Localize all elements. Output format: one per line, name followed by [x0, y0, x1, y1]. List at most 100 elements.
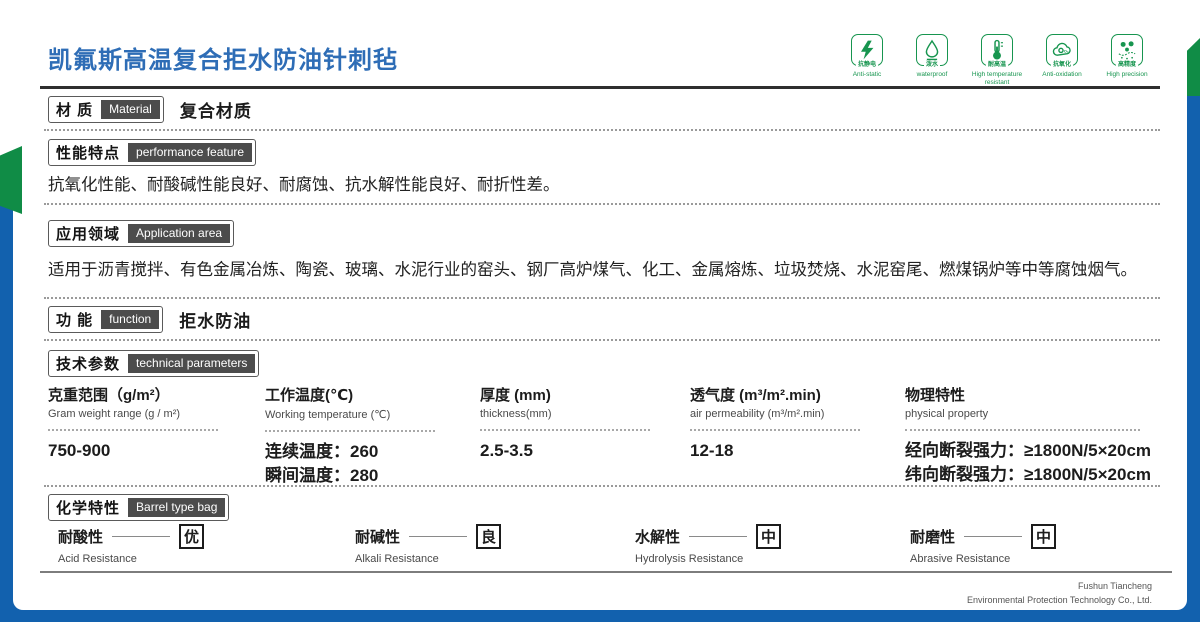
- title-rule: [40, 86, 1160, 89]
- icon-label-zh: 耐高温: [985, 62, 1009, 69]
- section-application: 应用领域 Application area: [48, 220, 235, 247]
- param-physical-property: 物理特性 physical property 经向断裂强力：≥1800N/5×2…: [905, 384, 1160, 488]
- separator: [44, 339, 1160, 341]
- material-badge: 材 质 Material: [48, 96, 164, 123]
- feature-icon-anti-static: 抗静电 Anti-static: [840, 34, 894, 79]
- badge-label-zh: 性能特点: [56, 145, 121, 162]
- icon-label-en: Anti-static: [852, 71, 882, 78]
- param-header-zh: 透气度 (m³/m².min): [690, 387, 821, 404]
- feature-icon-row: 抗静电 Anti-static 泼水 waterproof 耐高温 High t…: [840, 34, 1154, 87]
- chem-connector-line: [964, 536, 1023, 537]
- param-value: 750-900: [48, 441, 111, 460]
- icon-label-en: Anti-oxidation: [1042, 71, 1082, 78]
- parameters-table: 克重范围（g/m²） Gram weight range (g / m²) 75…: [48, 384, 1160, 488]
- param-value: 2.5-3.5: [480, 441, 533, 460]
- badge-label-en: function: [101, 310, 160, 329]
- badge-label-zh: 化学特性: [56, 500, 121, 517]
- badge-label-zh: 功 能: [56, 312, 94, 329]
- chem-label-en: Acid Resistance: [58, 553, 137, 565]
- param-air-permeability: 透气度 (m³/m².min) air permeability (m³/m².…: [690, 384, 905, 488]
- chemical-properties-badge: 化学特性 Barrel type bag: [48, 494, 230, 521]
- section-performance: 性能特点 performance feature: [48, 139, 257, 166]
- application-text: 适用于沥青搅拌、有色金属冶炼、陶瓷、玻璃、水泥行业的窑头、钢厂高炉煤气、化工、金…: [48, 261, 1137, 279]
- param-header-zh: 厚度 (mm): [480, 387, 551, 404]
- function-badge: 功 能 function: [48, 306, 164, 333]
- feature-icon-high-temperature: 耐高温 High temperature resistant: [970, 34, 1024, 87]
- param-value: 12-18: [690, 441, 734, 460]
- icon-label-en: waterproof: [916, 71, 948, 78]
- icon-label-en: High precision: [1106, 71, 1148, 78]
- performance-text: 抗氧化性能、耐酸碱性能良好、耐腐蚀、抗水解性能良好、耐折性差。: [48, 176, 560, 194]
- badge-label-en: Material: [101, 100, 160, 119]
- section-function: 功 能 function 拒水防油: [48, 306, 251, 333]
- chem-row: 耐碱性 良: [355, 524, 502, 549]
- chem-row: 耐磨性 中: [910, 524, 1057, 549]
- company-name-line1: Fushun Tiancheng: [1077, 581, 1152, 591]
- param-header-zh: 克重范围（g/m²）: [48, 387, 170, 404]
- param-gram-weight: 克重范围（g/m²） Gram weight range (g / m²) 75…: [48, 384, 265, 488]
- badge-label-en: Application area: [128, 224, 231, 243]
- icon-label-zh: 高精度: [1115, 62, 1139, 69]
- footer-rule: [40, 571, 1172, 573]
- chem-connector-line: [409, 536, 468, 537]
- badge-label-en: performance feature: [128, 143, 253, 162]
- badge-label-en: technical parameters: [128, 354, 256, 373]
- page-title: 凯氟斯高温复合拒水防油针刺毡: [48, 47, 398, 74]
- badge-label-en: Barrel type bag: [128, 498, 226, 517]
- anti-oxidation-icon: O₂ 抗氧化: [1046, 34, 1078, 69]
- feature-icon-high-precision: 高精度 High precision: [1100, 34, 1154, 79]
- datasheet: 凯氟斯高温复合拒水防油针刺毡 抗静电 Anti-static 泼水 waterp…: [0, 0, 1200, 622]
- section-technical-parameters: 技术参数 technical parameters: [48, 350, 260, 377]
- chem-label-zh: 水解性: [635, 529, 681, 546]
- chem-hydrolysis-resistance: 水解性 中 Hydrolysis Resistance: [635, 524, 782, 565]
- icon-label-zh: 抗静电: [855, 62, 879, 69]
- feature-icon-anti-oxidation: O₂ 抗氧化 Anti-oxidation: [1035, 34, 1089, 79]
- technical-parameters-badge: 技术参数 technical parameters: [48, 350, 260, 377]
- param-separator: [905, 429, 1140, 431]
- chem-connector-line: [689, 536, 748, 537]
- chem-row: 水解性 中: [635, 524, 782, 549]
- chem-row: 耐酸性 优: [58, 524, 205, 549]
- icon-label-zh: 泼水: [923, 62, 941, 69]
- badge-label-zh: 技术参数: [56, 356, 121, 373]
- chem-grade-box: 良: [476, 524, 502, 549]
- anti-static-icon: 抗静电: [851, 34, 883, 69]
- high-precision-icon: 高精度: [1111, 34, 1143, 69]
- function-value: 拒水防油: [179, 312, 252, 331]
- high-temperature-icon: 耐高温: [981, 34, 1013, 69]
- param-header-en: Gram weight range (g / m²): [48, 408, 181, 420]
- separator: [44, 485, 1160, 487]
- param-working-temperature: 工作温度(℃) Working temperature (℃) 连续温度：260…: [265, 384, 480, 488]
- waterproof-icon: 泼水: [916, 34, 948, 69]
- chem-grade-box: 优: [179, 524, 205, 549]
- performance-badge: 性能特点 performance feature: [48, 139, 257, 166]
- chem-label-en: Hydrolysis Resistance: [635, 553, 744, 565]
- param-value: 经向断裂强力：≥1800N/5×20cm 纬向断裂强力：≥1800N/5×20c…: [905, 441, 1152, 484]
- chem-alkali-resistance: 耐碱性 良 Alkali Resistance: [355, 524, 502, 565]
- chem-grade-box: 中: [756, 524, 782, 549]
- chem-acid-resistance: 耐酸性 优 Acid Resistance: [58, 524, 205, 565]
- badge-label-zh: 材 质: [56, 102, 94, 119]
- icon-label-zh: 抗氧化: [1050, 62, 1074, 69]
- section-chemical-properties: 化学特性 Barrel type bag: [48, 494, 230, 521]
- chem-grade-box: 中: [1031, 524, 1057, 549]
- badge-label-zh: 应用领域: [56, 226, 121, 243]
- svg-text:O₂: O₂: [1064, 50, 1069, 54]
- param-header-en: physical property: [905, 408, 989, 420]
- chem-label-en: Abrasive Resistance: [910, 553, 1011, 565]
- chem-label-zh: 耐碱性: [355, 529, 401, 546]
- company-name-line2: Environmental Protection Technology Co.,…: [967, 594, 1152, 605]
- separator: [44, 129, 1160, 131]
- param-thickness: 厚度 (mm) thickness(mm) 2.5-3.5: [480, 384, 690, 488]
- param-separator: [480, 429, 650, 431]
- param-header-en: air permeability (m³/m².min): [690, 408, 825, 420]
- param-value: 连续温度：260 瞬间温度：280: [265, 442, 379, 485]
- param-header-en: Working temperature (℃): [265, 409, 391, 421]
- separator: [44, 203, 1160, 205]
- param-separator: [48, 429, 218, 431]
- icon-label-en: High temperature resistant: [971, 71, 1023, 86]
- footer-company: Fushun Tiancheng Environmental Protectio…: [967, 580, 1152, 608]
- chem-label-en: Alkali Resistance: [355, 553, 439, 565]
- param-separator: [265, 430, 435, 432]
- separator: [44, 297, 1160, 299]
